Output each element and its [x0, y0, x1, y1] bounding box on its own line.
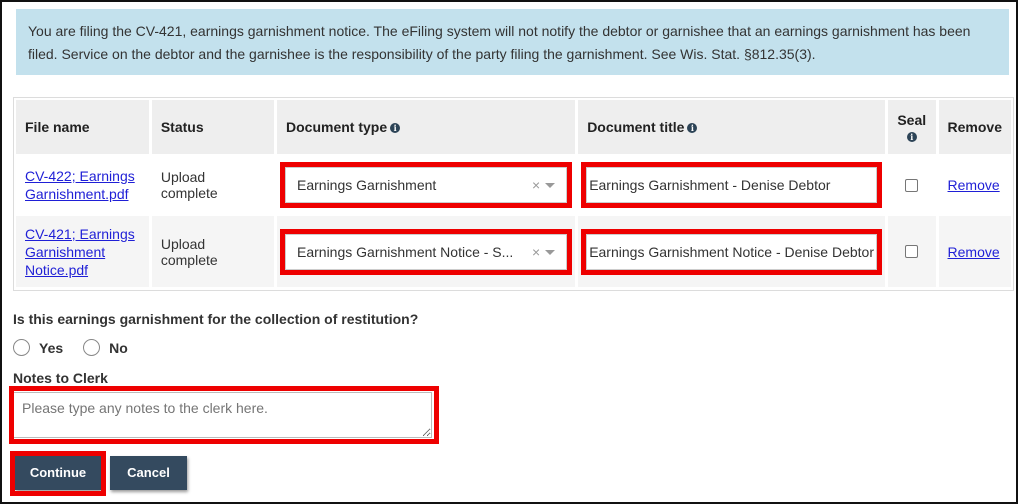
document-type-cell: Earnings Garnishment ×	[277, 157, 576, 213]
header-file-name: File name	[16, 100, 149, 154]
info-icon[interactable]: i	[687, 123, 698, 134]
remove-link[interactable]: Remove	[948, 177, 1000, 193]
notes-label: Notes to Clerk	[13, 370, 108, 386]
radio-yes-label: Yes	[39, 339, 64, 356]
notes-textarea[interactable]	[13, 392, 432, 438]
header-status: Status	[151, 100, 274, 154]
radio-no-input[interactable]	[83, 339, 101, 356]
cancel-button[interactable]: Cancel	[110, 456, 187, 490]
table-header-row: File name Status Document type i Document…	[16, 100, 1011, 154]
restitution-radio-group: Yes No	[13, 339, 148, 356]
continue-button[interactable]: Continue	[15, 456, 101, 490]
header-document-type-label: Document type	[286, 119, 388, 135]
seal-checkbox[interactable]	[905, 178, 919, 192]
document-type-cell: Earnings Garnishment Notice - S... ×	[277, 216, 576, 287]
header-document-title-label: Document title	[587, 119, 685, 135]
header-file-name-label: File name	[25, 119, 90, 135]
seal-cell	[887, 157, 936, 213]
header-seal: Seal i	[887, 100, 936, 154]
document-type-select[interactable]: Earnings Garnishment ×	[279, 162, 573, 208]
header-seal-label: Seal	[897, 112, 927, 128]
document-title-input[interactable]: Earnings Garnishment - Denise Debtor	[581, 162, 882, 208]
document-title-cell: Earnings Garnishment - Denise Debtor	[578, 157, 885, 213]
header-document-type: Document type i	[277, 100, 576, 154]
document-title-cell: Earnings Garnishment Notice - Denise Deb…	[578, 216, 885, 287]
clear-icon[interactable]: ×	[532, 235, 540, 269]
header-remove: Remove	[938, 100, 1011, 154]
status-cell: Upload complete	[151, 157, 274, 213]
seal-cell	[887, 216, 936, 287]
radio-yes-input[interactable]	[13, 339, 30, 356]
alert-text: You are filing the CV-421, earnings garn…	[28, 23, 971, 62]
info-alert: You are filing the CV-421, earnings garn…	[16, 9, 1009, 75]
status-cell: Upload complete	[151, 216, 274, 287]
radio-no[interactable]: No	[83, 339, 128, 356]
file-link[interactable]: CV-422; Earnings Garnishment.pdf	[25, 168, 135, 202]
document-type-select[interactable]: Earnings Garnishment Notice - S... ×	[279, 228, 573, 275]
radio-yes[interactable]: Yes	[13, 339, 63, 356]
file-name-cell: CV-422; Earnings Garnishment.pdf	[16, 157, 149, 213]
document-type-value: Earnings Garnishment Notice - S...	[297, 243, 514, 260]
table-row: CV-421; Earnings Garnishment Notice.pdf …	[16, 216, 1011, 287]
header-remove-label: Remove	[947, 119, 1002, 135]
table-row: CV-422; Earnings Garnishment.pdf Upload …	[16, 157, 1011, 213]
documents-table: File name Status Document type i Document…	[13, 97, 1014, 291]
remove-link[interactable]: Remove	[948, 244, 1000, 260]
file-name-cell: CV-421; Earnings Garnishment Notice.pdf	[16, 216, 149, 287]
info-icon[interactable]: i	[390, 123, 401, 134]
restitution-question: Is this earnings garnishment for the col…	[13, 311, 419, 327]
chevron-down-icon[interactable]	[545, 183, 556, 188]
document-title-input[interactable]: Earnings Garnishment Notice - Denise Deb…	[581, 228, 882, 275]
clear-icon[interactable]: ×	[532, 168, 540, 202]
header-document-title: Document title i	[578, 100, 885, 154]
info-icon[interactable]: i	[906, 132, 917, 143]
seal-checkbox[interactable]	[905, 245, 919, 258]
file-link[interactable]: CV-421; Earnings Garnishment Notice.pdf	[25, 226, 135, 278]
radio-no-label: No	[109, 339, 128, 356]
status-text: Upload complete	[160, 235, 218, 268]
remove-cell: Remove	[938, 157, 1011, 213]
status-text: Upload complete	[160, 169, 218, 201]
header-status-label: Status	[160, 119, 204, 135]
document-type-value: Earnings Garnishment	[297, 177, 437, 193]
remove-cell: Remove	[938, 216, 1011, 287]
chevron-down-icon[interactable]	[545, 249, 556, 255]
